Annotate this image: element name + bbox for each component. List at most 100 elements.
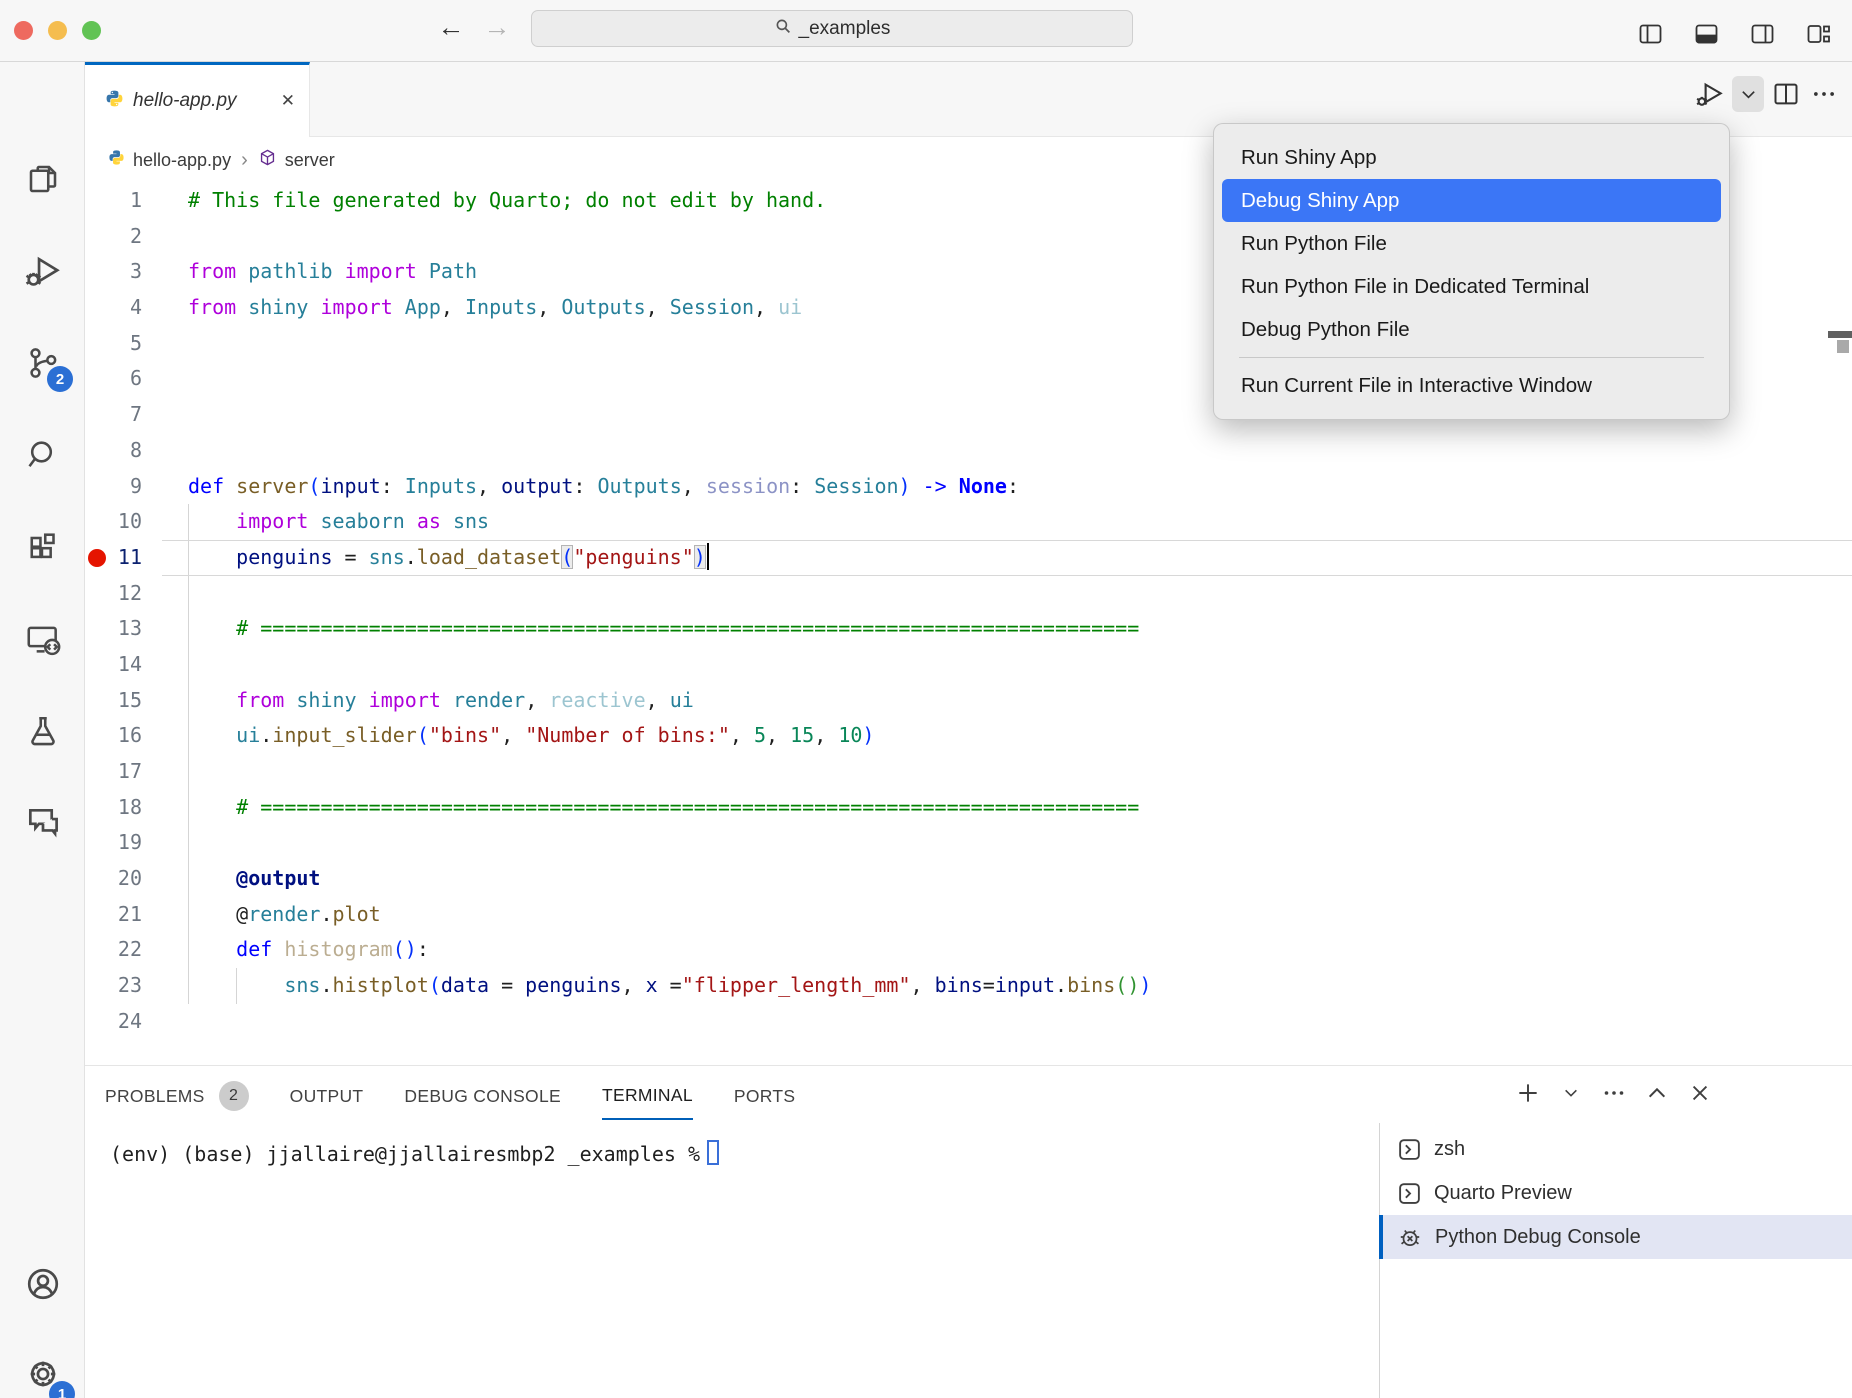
code-line[interactable]: 17 <box>85 754 1852 790</box>
overview-ruler-mark <box>1828 331 1852 338</box>
new-terminal-icon[interactable] <box>1513 1078 1543 1108</box>
code-line[interactable]: 8 <box>85 433 1852 469</box>
code-line[interactable]: 15 from shiny import render, reactive, u… <box>85 683 1852 719</box>
toggle-secondary-sidebar-icon[interactable] <box>1746 16 1778 52</box>
debug-run-button[interactable] <box>1694 76 1726 112</box>
panel-more-actions-icon[interactable] <box>1599 1078 1629 1108</box>
code-line[interactable]: 22 def histogram(): <box>85 932 1852 968</box>
code-line[interactable]: 20 @output <box>85 861 1852 897</box>
code-line[interactable]: 14 <box>85 647 1852 683</box>
panel-tab-debug-console[interactable]: DEBUG CONSOLE <box>404 1072 561 1120</box>
menu-item[interactable]: Debug Shiny App <box>1222 179 1721 222</box>
menu-item[interactable]: Debug Python File <box>1222 308 1721 351</box>
breadcrumb-symbol[interactable]: server <box>285 150 335 171</box>
line-number[interactable]: 22 <box>85 932 142 968</box>
line-number[interactable]: 12 <box>85 576 142 612</box>
settings-gear-icon[interactable]: 1 <box>0 1339 85 1398</box>
maximize-panel-icon[interactable] <box>1642 1078 1672 1108</box>
terminal-list-item-quarto-preview[interactable]: Quarto Preview <box>1379 1171 1852 1215</box>
line-number[interactable]: 5 <box>85 326 142 362</box>
line-number[interactable]: 16 <box>85 718 142 754</box>
code-line[interactable]: 16 ui.input_slider("bins", "Number of bi… <box>85 718 1852 754</box>
line-number[interactable]: 23 <box>85 968 142 1004</box>
line-number[interactable]: 24 <box>85 1004 142 1040</box>
run-options-dropdown-button[interactable] <box>1732 76 1764 112</box>
terminal-list-item-label: Quarto Preview <box>1434 1182 1572 1205</box>
line-number[interactable]: 6 <box>85 361 142 397</box>
terminal-list-item-python-debug-console[interactable]: Python Debug Console <box>1379 1215 1852 1259</box>
code-line[interactable]: 23 sns.histplot(data = penguins, x ="fli… <box>85 968 1852 1004</box>
customize-layout-icon[interactable] <box>1802 16 1834 52</box>
toggle-panel-icon[interactable] <box>1690 16 1722 52</box>
menu-item[interactable]: Run Shiny App <box>1222 136 1721 179</box>
line-number[interactable]: 21 <box>85 897 142 933</box>
terminal-profile-dropdown-icon[interactable] <box>1556 1078 1586 1108</box>
minimize-window-button[interactable] <box>48 21 67 40</box>
comments-icon[interactable] <box>0 788 85 858</box>
menu-item[interactable]: Run Python File <box>1222 222 1721 265</box>
panel-tab-problems[interactable]: PROBLEMS2 <box>105 1072 249 1120</box>
code-line[interactable]: 24 <box>85 1004 1852 1040</box>
line-number[interactable]: 14 <box>85 647 142 683</box>
line-number[interactable]: 9 <box>85 469 142 505</box>
line-number[interactable]: 17 <box>85 754 142 790</box>
code-line[interactable]: 19 <box>85 825 1852 861</box>
code-line-content: from shiny import render, reactive, ui <box>188 683 694 719</box>
line-number[interactable]: 8 <box>85 433 142 469</box>
line-number[interactable]: 3 <box>85 254 142 290</box>
vscode-window: ← → _examples <box>0 0 1852 1398</box>
menu-item[interactable]: Run Python File in Dedicated Terminal <box>1222 265 1721 308</box>
tab-hello-app[interactable]: hello-app.py ✕ <box>85 62 310 137</box>
panel-tab-label: TERMINAL <box>602 1071 693 1119</box>
code-line[interactable]: 11 penguins = sns.load_dataset("penguins… <box>85 540 1852 576</box>
close-panel-icon[interactable] <box>1685 1078 1715 1108</box>
run-and-debug-icon[interactable] <box>0 236 85 306</box>
line-number[interactable]: 1 <box>85 183 142 219</box>
code-line[interactable]: 12 <box>85 576 1852 612</box>
split-editor-icon[interactable] <box>1770 76 1802 112</box>
line-number[interactable]: 18 <box>85 790 142 826</box>
code-line[interactable]: 18 # ===================================… <box>85 790 1852 826</box>
explorer-icon[interactable] <box>0 144 85 214</box>
line-number[interactable]: 15 <box>85 683 142 719</box>
testing-icon[interactable] <box>0 696 85 766</box>
menu-item[interactable]: Run Current File in Interactive Window <box>1222 364 1721 407</box>
python-file-icon <box>105 89 124 113</box>
editor-cursor <box>707 543 710 570</box>
toggle-primary-sidebar-icon[interactable] <box>1634 16 1666 52</box>
terminal-list-item-zsh[interactable]: zsh <box>1379 1127 1852 1171</box>
editor-more-actions-icon[interactable] <box>1808 76 1840 112</box>
code-line[interactable]: 21 @render.plot <box>85 897 1852 933</box>
run-options-context-menu: Run Shiny AppDebug Shiny AppRun Python F… <box>1213 123 1730 420</box>
line-number[interactable]: 13 <box>85 611 142 647</box>
panel-tab-terminal[interactable]: TERMINAL <box>602 1072 693 1120</box>
tab-close-icon[interactable]: ✕ <box>281 91 295 111</box>
code-line[interactable]: 13 # ===================================… <box>85 611 1852 647</box>
account-icon[interactable] <box>0 1249 85 1319</box>
line-number[interactable]: 20 <box>85 861 142 897</box>
breadcrumb-separator: › <box>241 149 248 172</box>
line-number[interactable]: 19 <box>85 825 142 861</box>
close-window-button[interactable] <box>14 21 33 40</box>
navigate-back-button[interactable]: ← <box>434 12 468 43</box>
bug-icon <box>1397 1224 1423 1250</box>
extensions-icon[interactable] <box>0 512 85 582</box>
source-control-icon[interactable]: 2 <box>0 328 85 398</box>
terminal-output[interactable]: (env) (base) jjallaire@jjallairesmbp2 _e… <box>110 1140 719 1166</box>
breadcrumb-file[interactable]: hello-app.py <box>133 150 231 171</box>
remote-explorer-icon[interactable] <box>0 604 85 674</box>
navigate-forward-button[interactable]: → <box>480 12 514 43</box>
command-center-search[interactable]: _examples <box>531 10 1133 47</box>
line-number[interactable]: 10 <box>85 504 142 540</box>
line-number[interactable]: 2 <box>85 219 142 255</box>
zoom-window-button[interactable] <box>82 21 101 40</box>
line-number[interactable]: 7 <box>85 397 142 433</box>
code-line-content: @output <box>188 861 320 897</box>
breakpoint-dot[interactable] <box>88 549 106 567</box>
search-sidebar-icon[interactable] <box>0 420 85 490</box>
code-line[interactable]: 9def server(input: Inputs, output: Outpu… <box>85 469 1852 505</box>
panel-tab-output[interactable]: OUTPUT <box>290 1072 364 1120</box>
panel-tab-ports[interactable]: PORTS <box>734 1072 795 1120</box>
code-line[interactable]: 10 import seaborn as sns <box>85 504 1852 540</box>
line-number[interactable]: 4 <box>85 290 142 326</box>
